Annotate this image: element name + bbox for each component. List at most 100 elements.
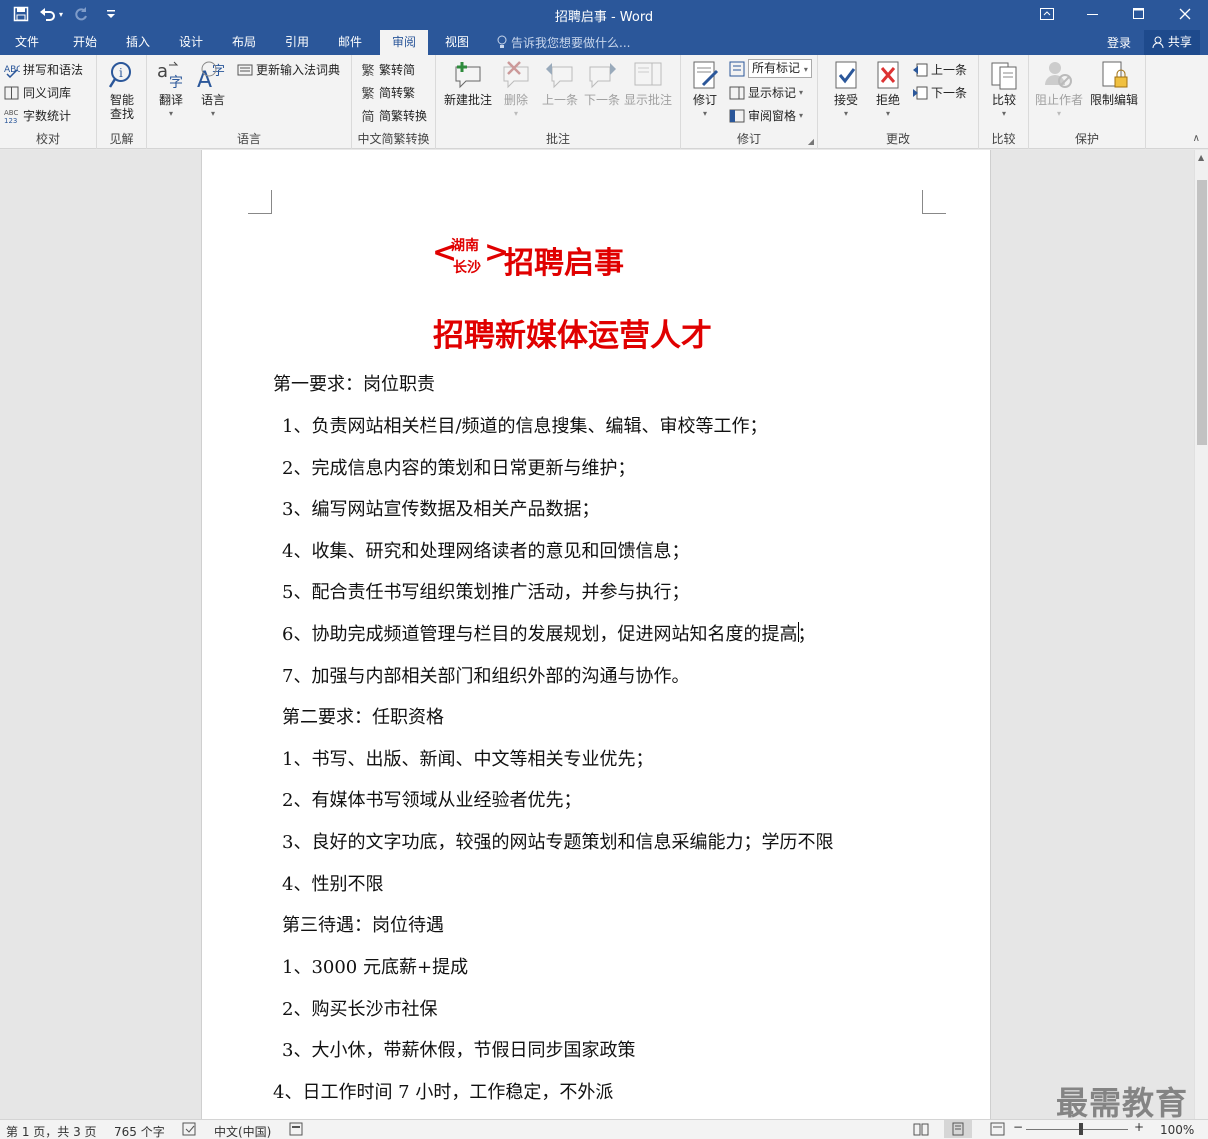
conversion-button[interactable]: 简 简繁转换 — [360, 107, 427, 125]
to-simplified-button[interactable]: 繁 繁转简 — [360, 61, 415, 79]
markup-value: 所有标记 — [752, 61, 801, 75]
new-comment-icon — [452, 59, 484, 91]
tell-me-search[interactable]: 告诉我您想要做什么... — [497, 34, 630, 51]
ribbon-display-options-button[interactable] — [1024, 0, 1070, 28]
tab-mailings[interactable]: 邮件 — [327, 30, 373, 55]
group-insights: i 智能 查找 见解 — [97, 55, 147, 149]
compare-icon — [988, 59, 1020, 91]
smart-lookup-label-1: 智能 — [109, 93, 134, 107]
group-label-changes: 更改 — [885, 132, 910, 146]
maximize-button[interactable] — [1116, 0, 1162, 28]
list-item: 3、大小休，带薪休假，节假日同步国家政策 — [282, 1040, 636, 1061]
next-change-button[interactable]: 下一条 — [912, 84, 967, 101]
language-status[interactable]: 中文(中国) — [214, 1123, 271, 1139]
group-language: a字 翻译 ▾ A字 语言 ▾ 更新输入法词典 语言 — [147, 55, 352, 149]
compare-button[interactable]: 比较 ▾ — [986, 59, 1022, 121]
ribbon-display-icon — [1040, 8, 1054, 20]
group-label-comments: 批注 — [545, 132, 570, 146]
accept-button[interactable]: 接受 ▾ — [828, 59, 864, 121]
tab-file[interactable]: 文件 — [4, 30, 50, 55]
review-pane-button[interactable]: 审阅窗格 ▾ — [729, 107, 803, 124]
block-authors-icon — [1043, 59, 1075, 91]
tab-review[interactable]: 审阅 — [380, 30, 428, 55]
tab-home[interactable]: 开始 — [62, 30, 108, 55]
read-mode-icon[interactable] — [913, 1122, 929, 1139]
word-count-button[interactable]: ABC 123 字数统计 — [4, 107, 71, 124]
web-layout-icon[interactable] — [990, 1122, 1006, 1139]
track-changes-button[interactable]: 修订 ▾ — [687, 59, 723, 121]
restrict-editing-icon — [1098, 59, 1130, 91]
page-indicator[interactable]: 第 1 页，共 3 页 — [6, 1123, 97, 1139]
vertical-scrollbar[interactable]: ▲ — [1194, 150, 1208, 1119]
tab-insert[interactable]: 插入 — [115, 30, 161, 55]
minimize-button[interactable] — [1070, 0, 1116, 28]
zoom-slider-thumb[interactable] — [1079, 1123, 1083, 1135]
scrollbar-thumb[interactable] — [1197, 180, 1207, 445]
traditional-char-icon-2: 繁 — [361, 87, 375, 102]
group-label-language: 语言 — [236, 132, 261, 146]
document-page[interactable]: < 湖南 长沙 > 招聘启事 招聘新媒体运营人才 第一要求：岗位职责 1、负责网… — [201, 150, 991, 1119]
previous-comment-button[interactable]: 上一条 — [538, 59, 582, 107]
to-traditional-button[interactable]: 繁 简转繁 — [360, 84, 415, 102]
zoom-level[interactable]: 100% — [1160, 1123, 1194, 1137]
restrict-editing-button[interactable]: 限制编辑 — [1087, 59, 1141, 107]
share-button[interactable]: 共享 — [1144, 30, 1200, 55]
word-count[interactable]: 765 个字 — [114, 1123, 165, 1139]
print-layout-view-button[interactable] — [944, 1120, 972, 1138]
document-title: 招聘启事 — [504, 246, 624, 281]
show-markup-button[interactable]: 显示标记 ▾ — [729, 84, 803, 101]
show-comments-button[interactable]: 显示批注 — [622, 59, 674, 107]
list-item: 7、加强与内部相关部门和组织外部的沟通与协作。 — [282, 666, 690, 687]
tab-design[interactable]: 设计 — [168, 30, 214, 55]
markup-dropdown[interactable]: 所有标记 ▾ — [729, 59, 812, 78]
spelling-icon: ABC — [4, 62, 20, 78]
close-button[interactable] — [1162, 0, 1208, 28]
block-authors-button[interactable]: 阻止作者 ▾ — [1033, 59, 1085, 121]
track-changes-dropdown-icon: ▾ — [702, 109, 707, 118]
reject-icon — [872, 59, 904, 91]
reject-button[interactable]: 拒绝 ▾ — [870, 59, 906, 121]
zoom-out-button[interactable]: − — [1013, 1120, 1023, 1134]
list-item: 3、良好的文字功底，较强的网站专题策划和信息采编能力；学历不限 — [282, 832, 834, 853]
tracking-dialog-launcher-icon[interactable]: ◢ — [808, 137, 814, 146]
thesaurus-button[interactable]: 同义词库 — [4, 84, 71, 101]
svg-text:a: a — [157, 61, 168, 82]
previous-change-label: 上一条 — [931, 63, 968, 77]
title-small-top: 湖南 — [451, 238, 479, 254]
translate-dropdown-icon: ▾ — [168, 109, 173, 118]
group-compare: 比较 ▾ 比较 — [979, 55, 1029, 149]
tab-references[interactable]: 引用 — [274, 30, 320, 55]
translate-button[interactable]: a字 翻译 ▾ — [153, 59, 189, 121]
scroll-up-arrow-icon[interactable]: ▲ — [1198, 153, 1204, 162]
traditional-char-icon: 繁 — [361, 64, 375, 79]
list-item: 2、购买长沙市社保 — [282, 999, 438, 1020]
word-count-label: 字数统计 — [23, 109, 72, 123]
tell-me-text: 告诉我您想要做什么... — [511, 36, 631, 50]
show-comments-icon — [632, 59, 664, 91]
new-comment-button[interactable]: 新建批注 — [442, 59, 494, 107]
next-comment-label: 下一条 — [583, 93, 620, 107]
spelling-grammar-button[interactable]: ABC 拼写和语法 — [4, 61, 83, 78]
language-button[interactable]: A字 语言 ▾ — [195, 59, 231, 121]
proofing-status-icon[interactable] — [182, 1122, 198, 1139]
update-ime-button[interactable]: 更新输入法词典 — [237, 61, 340, 78]
previous-change-button[interactable]: 上一条 — [912, 61, 967, 78]
next-comment-button[interactable]: 下一条 — [580, 59, 624, 107]
language-dropdown-icon: ▾ — [210, 109, 215, 118]
smart-lookup-button[interactable]: i 智能 查找 — [104, 59, 140, 121]
document-workspace: < 湖南 长沙 > 招聘启事 招聘新媒体运营人才 第一要求：岗位职责 1、负责网… — [0, 150, 1194, 1119]
translate-label: 翻译 — [158, 93, 183, 107]
new-comment-label: 新建批注 — [443, 93, 492, 107]
collapse-ribbon-icon[interactable]: ∧ — [1193, 133, 1200, 144]
group-label-chinese-conversion: 中文简繁转换 — [357, 132, 430, 146]
macro-record-icon[interactable] — [289, 1122, 303, 1139]
accept-dropdown-icon: ▾ — [843, 109, 848, 118]
login-button[interactable]: 登录 — [1107, 34, 1131, 51]
title-bar: ▾ 招聘启事 - Word — [0, 0, 1208, 30]
previous-comment-icon — [544, 59, 576, 91]
zoom-slider-track[interactable] — [1026, 1129, 1128, 1130]
tab-layout[interactable]: 布局 — [221, 30, 267, 55]
markup-select[interactable]: 所有标记 ▾ — [748, 59, 812, 78]
tab-view[interactable]: 视图 — [434, 30, 480, 55]
delete-comment-button[interactable]: 删除 ▾ — [494, 59, 538, 121]
